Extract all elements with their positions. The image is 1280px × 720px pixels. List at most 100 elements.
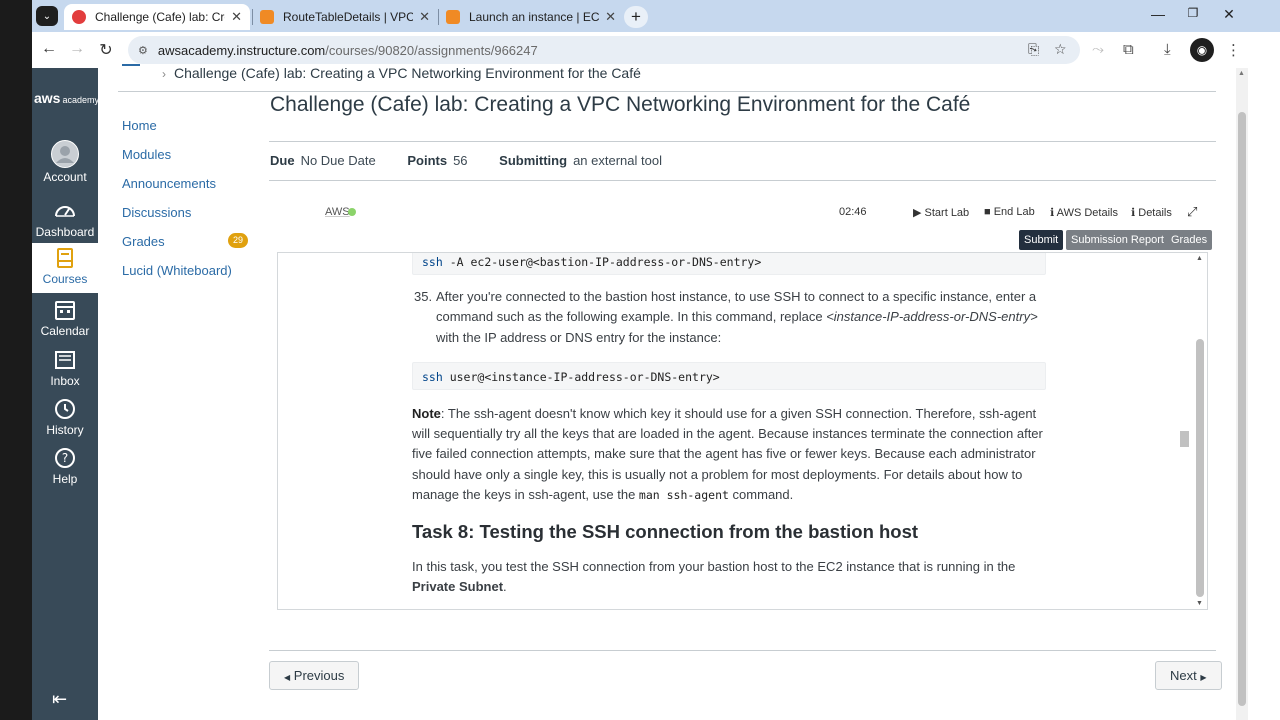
submission-report-button[interactable]: Submission Report: [1066, 230, 1169, 250]
grades-badge: 29: [228, 233, 248, 248]
stop-icon: ■: [984, 206, 991, 218]
end-lab-label: End Lab: [993, 206, 1035, 218]
inline-code: man ssh-agent: [638, 488, 729, 503]
global-nav-history[interactable]: History: [32, 394, 98, 443]
global-nav-calendar[interactable]: Calendar: [32, 295, 98, 344]
install-app-icon[interactable]: ⎘: [1028, 41, 1039, 58]
logo-subtext: academy: [62, 95, 98, 105]
scroll-up-arrow-icon[interactable]: ▲: [1196, 255, 1203, 262]
previous-button[interactable]: ◀ Previous: [269, 661, 360, 690]
new-tab-button[interactable]: +: [624, 6, 648, 28]
url-path: /courses/90820/assignments/966247: [325, 42, 538, 58]
lab-toolbar: AWS 02:46 ▶ Start Lab ■ End Lab ℹ AWS De…: [277, 198, 1207, 226]
code-keyword: ssh: [422, 369, 443, 384]
scroll-thumb[interactable]: [1196, 339, 1204, 597]
tab-search-button[interactable]: ⌄: [36, 6, 58, 26]
course-nav-announcements[interactable]: Announcements: [122, 174, 252, 203]
screen-edge: [0, 0, 32, 720]
aws-console-link[interactable]: AWS: [325, 206, 350, 218]
page-scrollbar[interactable]: ▲: [1236, 68, 1248, 720]
tab-launch-instance[interactable]: Launch an instance | EC2 | us-ea ✕: [438, 4, 624, 30]
lab-status-indicator: [348, 208, 356, 216]
restore-icon[interactable]: ❐: [1183, 6, 1203, 20]
global-navigation: aws academy Account Dashboard Courses Cal…: [32, 68, 98, 720]
course-nav-lucid[interactable]: Lucid (Whiteboard): [122, 261, 252, 290]
course-nav-label: Lucid (Whiteboard): [122, 263, 232, 278]
collapse-nav-icon[interactable]: ⇤: [52, 689, 67, 710]
tab-close-icon[interactable]: ✕: [605, 9, 616, 25]
task-end: .: [503, 578, 507, 594]
next-button[interactable]: Next ▶: [1155, 661, 1222, 690]
points-value: 56: [453, 153, 468, 168]
instructions-scrollbar[interactable]: ▲ ▼: [1196, 255, 1205, 607]
global-nav-account[interactable]: Account: [32, 140, 98, 189]
points-label: Points: [407, 153, 448, 168]
profile-avatar[interactable]: ◉: [1190, 38, 1214, 62]
details-label: Details: [1138, 207, 1172, 219]
course-nav-label: Discussions: [122, 205, 192, 220]
aws-favicon-icon: [446, 10, 460, 24]
task-text: In this task, you test the SSH connectio…: [412, 558, 1016, 574]
global-nav-courses[interactable]: Courses: [32, 243, 98, 293]
url-host: awsacademy.instructure.com: [157, 42, 326, 58]
page-scroll-thumb[interactable]: [1238, 112, 1246, 706]
scroll-down-arrow-icon[interactable]: ▼: [1196, 600, 1203, 607]
reload-icon[interactable]: ↻: [95, 40, 117, 60]
outer-scroll-thumb[interactable]: [1180, 431, 1189, 447]
hamburger-menu-icon[interactable]: [122, 64, 140, 66]
course-nav-home[interactable]: Home: [122, 116, 252, 145]
code-block-ssh-instance: ssh user@<instance-IP-address-or-DNS-ent…: [412, 361, 1046, 390]
extension-puzzle-dim-icon[interactable]: ⤳: [1092, 41, 1104, 58]
fullscreen-icon[interactable]: ⤢: [1187, 204, 1197, 220]
logo-text: aws: [34, 90, 61, 106]
minimize-icon[interactable]: —: [1148, 6, 1168, 22]
caret-left-icon: ◀: [284, 673, 291, 682]
course-nav-grades[interactable]: Grades 29: [122, 232, 252, 261]
back-arrow-icon[interactable]: ←: [38, 40, 60, 58]
course-nav-label: Home: [122, 118, 157, 133]
grades-button[interactable]: Grades: [1166, 230, 1213, 250]
start-lab-button[interactable]: ▶ Start Lab: [913, 206, 969, 219]
course-nav-modules[interactable]: Modules: [122, 145, 252, 174]
extensions-icon[interactable]: ⧉: [1123, 41, 1134, 58]
previous-label: Previous: [293, 668, 345, 683]
course-nav-discussions[interactable]: Discussions: [122, 203, 252, 232]
course-navigation: Home Modules Announcements Discussions G…: [122, 116, 252, 290]
end-lab-button[interactable]: ■ End Lab: [984, 206, 1035, 218]
svg-text:?: ?: [62, 451, 68, 465]
download-icon[interactable]: ⤓: [1164, 41, 1171, 58]
submit-button[interactable]: Submit: [1019, 230, 1064, 250]
note-label: Note: [412, 405, 441, 421]
caret-right-icon: ▶: [1200, 673, 1207, 682]
address-bar[interactable]: ⚙ awsacademy.instructure.com/courses/908…: [128, 36, 1080, 64]
global-nav-dashboard[interactable]: Dashboard: [32, 196, 98, 245]
details-button[interactable]: ℹ Details: [1131, 206, 1172, 219]
forward-arrow-icon[interactable]: →: [66, 40, 88, 58]
calendar-icon: [55, 301, 75, 320]
bookmark-star-icon[interactable]: ☆: [1054, 41, 1067, 58]
tab-close-icon[interactable]: ✕: [419, 9, 430, 25]
code-keyword: ssh: [422, 255, 443, 269]
close-window-icon[interactable]: ✕: [1219, 6, 1239, 23]
nav-label: Courses: [42, 272, 88, 286]
breadcrumb: › Challenge (Cafe) lab: Creating a VPC N…: [122, 64, 1122, 86]
course-nav-label: Announcements: [122, 176, 216, 191]
lab-instructions-frame[interactable]: ssh -A ec2-user@<bastion-IP-address-or-D…: [277, 252, 1208, 610]
global-nav-inbox[interactable]: Inbox: [32, 345, 98, 394]
site-info-icon[interactable]: ⚙: [138, 44, 148, 57]
submitting-label: Submitting: [499, 153, 568, 168]
page-scroll-up-icon[interactable]: ▲: [1238, 70, 1245, 77]
page-title: Challenge (Cafe) lab: Creating a VPC Net…: [270, 93, 971, 116]
tab-challenge-lab[interactable]: Challenge (Cafe) lab: Creating a ✕: [64, 4, 250, 30]
tab-route-table[interactable]: RouteTableDetails | VPC Console ✕: [252, 4, 438, 30]
aws-details-button[interactable]: ℹ AWS Details: [1050, 206, 1118, 219]
tab-close-icon[interactable]: ✕: [231, 9, 242, 25]
lab-timer: 02:46: [839, 206, 867, 218]
browser-menu-icon[interactable]: ⋮: [1226, 41, 1241, 59]
global-nav-help[interactable]: ? Help: [32, 443, 98, 492]
inbox-icon: [55, 351, 75, 369]
aws-details-label: AWS Details: [1056, 207, 1118, 219]
aws-academy-logo[interactable]: aws academy: [32, 90, 98, 106]
nav-label: History: [46, 423, 84, 437]
details-divider: [269, 180, 1216, 181]
